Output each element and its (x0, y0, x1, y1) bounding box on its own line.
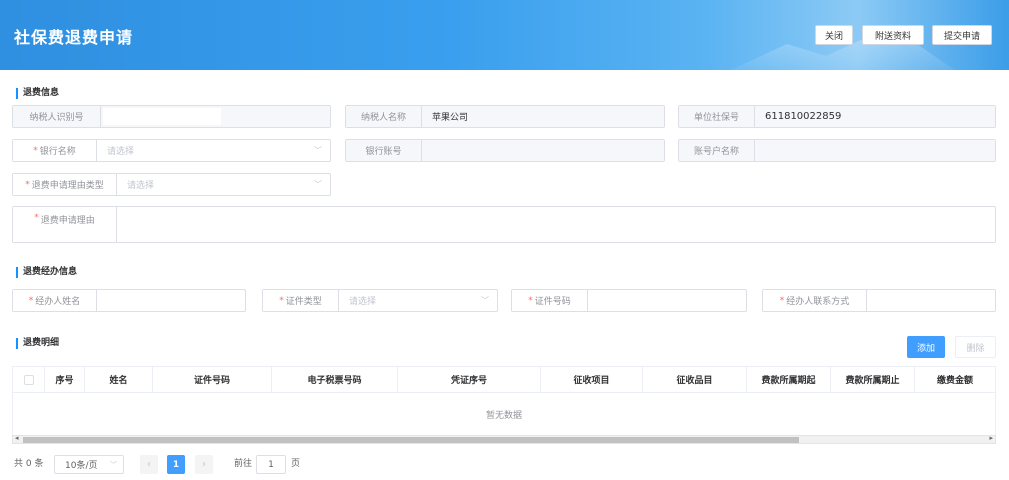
col-header: 凭证序号 (398, 367, 541, 392)
col-header: 序号 (45, 367, 85, 392)
goto-page-input[interactable]: 1 (256, 455, 286, 474)
taxpayer-name-value: 苹果公司 (422, 106, 664, 127)
contact-label: * 经办人联系方式 (763, 290, 867, 311)
reason-type-label: * 退费申请理由类型 (13, 174, 117, 195)
reason-label: * 退费申请理由 (13, 207, 117, 242)
unit-si-no-field: 单位社保号 611810022859 (678, 105, 996, 128)
delete-button[interactable]: 删除 (955, 336, 996, 358)
col-header: 费款所属期止 (831, 367, 915, 392)
page-size-value: 10条/页 (65, 461, 98, 471)
submit-application-button[interactable]: 提交申请 (932, 25, 992, 45)
chevron-down-icon: ﹀ (314, 180, 322, 189)
reason-textarea[interactable] (117, 207, 995, 242)
account-name-label: 账号户名称 (679, 140, 755, 161)
taxpayer-id-value (101, 106, 330, 127)
bank-account-value (422, 140, 664, 161)
bank-account-field: 银行账号 (345, 139, 665, 162)
id-number-field: * 证件号码 (511, 289, 747, 312)
taxpayer-name-field: 纳税人名称 苹果公司 (345, 105, 665, 128)
close-button[interactable]: 关闭 (815, 25, 853, 45)
col-header: 费款所属期起 (747, 367, 831, 392)
scroll-left-icon[interactable]: ◂ (15, 434, 19, 442)
taxpayer-id-field: 纳税人识别号 (12, 105, 331, 128)
add-button[interactable]: 添加 (907, 336, 945, 358)
details-section-title: 退费明细 (16, 338, 59, 349)
bank-name-select[interactable]: * 银行名称 请选择 ﹀ (12, 139, 331, 162)
scroll-right-icon[interactable]: ▸ (989, 434, 993, 442)
handler-info-section-title: 退费经办信息 (16, 267, 77, 278)
id-number-input[interactable] (588, 290, 746, 311)
unit-si-no-value: 611810022859 (755, 106, 995, 127)
unit-si-no-label: 单位社保号 (679, 106, 755, 127)
bank-name-label: * 银行名称 (13, 140, 97, 161)
bank-account-label: 银行账号 (346, 140, 422, 161)
chevron-down-icon: ﹀ (314, 146, 322, 155)
taxpayer-id-label: 纳税人识别号 (13, 106, 101, 127)
taxpayer-name-label: 纳税人名称 (346, 106, 422, 127)
reason-type-value[interactable]: 请选择 ﹀ (117, 174, 330, 195)
col-header: 姓名 (85, 367, 153, 392)
col-header: 征收品目 (643, 367, 747, 392)
table-header-row: 序号 姓名 证件号码 电子税票号码 凭证序号 征收项目 征收品目 费款所属期起 … (13, 367, 995, 393)
reason-textarea-field: * 退费申请理由 (12, 206, 996, 243)
col-header: 征收项目 (541, 367, 643, 392)
refund-info-section-title: 退费信息 (16, 88, 59, 99)
horizontal-scrollbar[interactable]: ◂ ▸ (12, 434, 996, 444)
attach-materials-button[interactable]: 附送资料 (862, 25, 924, 45)
details-table: 序号 姓名 证件号码 电子税票号码 凭证序号 征收项目 征收品目 费款所属期起 … (12, 366, 996, 436)
id-type-value[interactable]: 请选择 ﹀ (339, 290, 497, 311)
reason-type-select[interactable]: * 退费申请理由类型 请选择 ﹀ (12, 173, 331, 196)
page-title: 社保费退费申请 (14, 28, 134, 47)
total-count: 共 0 条 (14, 459, 44, 469)
account-name-value (755, 140, 995, 161)
page-unit-label: 页 (291, 459, 301, 469)
account-name-field: 账号户名称 (678, 139, 996, 162)
scrollbar-thumb[interactable] (23, 437, 799, 443)
id-type-select[interactable]: * 证件类型 请选择 ﹀ (262, 289, 498, 312)
handler-name-input[interactable] (97, 290, 245, 311)
contact-field: * 经办人联系方式 (762, 289, 996, 312)
select-all-cell (13, 367, 45, 392)
goto-label: 前往 (234, 459, 253, 469)
handler-name-label: * 经办人姓名 (13, 290, 97, 311)
chevron-down-icon: ﹀ (481, 296, 489, 305)
bank-name-value[interactable]: 请选择 ﹀ (97, 140, 330, 161)
col-header: 缴费金额 (936, 376, 973, 386)
col-header: 电子税票号码 (272, 367, 398, 392)
page-header: 社保费退费申请 关闭 附送资料 提交申请 (0, 0, 1009, 70)
page-size-select[interactable]: 10条/页 ﹀ (54, 455, 124, 474)
taxpayer-id-input[interactable] (103, 108, 221, 125)
handler-name-field: * 经办人姓名 (12, 289, 246, 312)
id-number-label: * 证件号码 (512, 290, 588, 311)
prev-page-icon[interactable]: ‹ (140, 455, 158, 474)
chevron-down-icon: ﹀ (110, 460, 117, 469)
current-page-button[interactable]: 1 (167, 455, 185, 474)
next-page-icon[interactable]: › (195, 455, 213, 474)
select-all-checkbox[interactable] (23, 374, 34, 385)
col-header: 证件号码 (153, 367, 272, 392)
id-type-label: * 证件类型 (263, 290, 339, 311)
table-empty-text: 暂无数据 (485, 410, 522, 421)
contact-input[interactable] (867, 290, 995, 311)
